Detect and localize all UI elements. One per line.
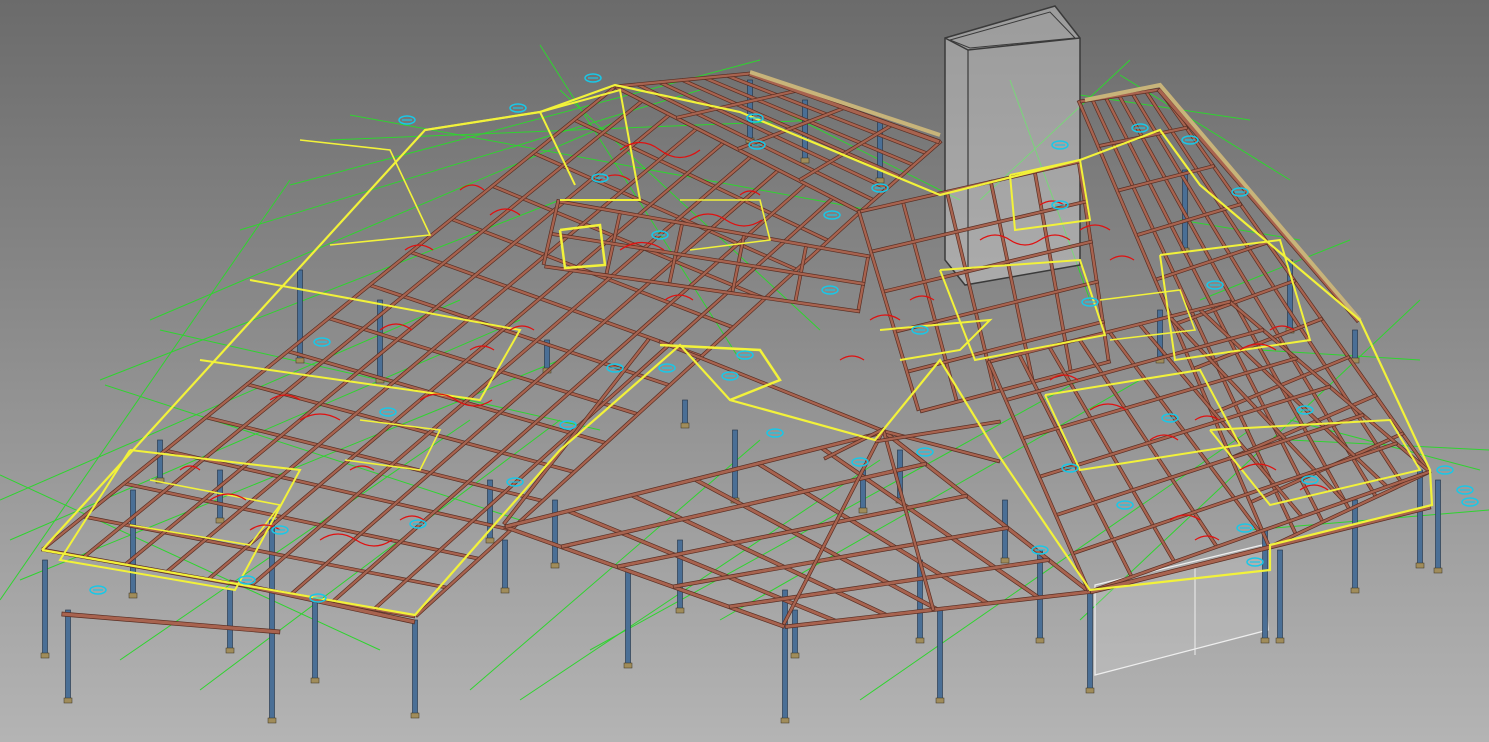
structural-model-view[interactable] bbox=[0, 0, 1489, 742]
steel-column bbox=[1087, 589, 1093, 691]
base-plate bbox=[410, 712, 420, 719]
steel-column bbox=[42, 559, 48, 656]
base-plate bbox=[800, 157, 810, 164]
base-plate bbox=[63, 697, 73, 704]
base-plate bbox=[295, 357, 305, 364]
steel-column bbox=[937, 609, 943, 701]
base-plate bbox=[215, 517, 225, 524]
steel-column bbox=[732, 429, 738, 501]
steel-column bbox=[227, 589, 233, 651]
steel-column bbox=[412, 619, 418, 716]
base-plate bbox=[790, 652, 800, 659]
steel-column bbox=[682, 399, 688, 426]
steel-column bbox=[677, 539, 683, 611]
base-plate bbox=[550, 562, 560, 569]
base-plate bbox=[267, 717, 277, 724]
base-plate bbox=[225, 647, 235, 654]
steel-column bbox=[1352, 499, 1358, 591]
base-plate bbox=[1275, 637, 1285, 644]
base-plate bbox=[915, 637, 925, 644]
steel-column bbox=[1352, 329, 1358, 361]
base-plate bbox=[1350, 587, 1360, 594]
base-plate bbox=[500, 587, 510, 594]
base-plate bbox=[935, 697, 945, 704]
base-plate bbox=[623, 662, 633, 669]
steel-column bbox=[297, 269, 303, 361]
steel-column bbox=[782, 589, 788, 721]
steel-column bbox=[792, 609, 798, 656]
base-plate bbox=[485, 537, 495, 544]
steel-column bbox=[502, 539, 508, 591]
steel-column bbox=[65, 609, 71, 701]
base-plate bbox=[1260, 637, 1270, 644]
base-plate bbox=[128, 592, 138, 599]
steel-column bbox=[1417, 469, 1423, 566]
steel-column bbox=[157, 439, 163, 481]
steel-column bbox=[1435, 479, 1441, 571]
steel-column bbox=[269, 519, 275, 721]
base-plate bbox=[1035, 637, 1045, 644]
base-plate bbox=[780, 717, 790, 724]
3d-model-viewport[interactable] bbox=[0, 0, 1489, 742]
base-plate bbox=[1085, 687, 1095, 694]
base-plate bbox=[858, 507, 868, 514]
base-plate bbox=[310, 677, 320, 684]
base-plate bbox=[1000, 557, 1010, 564]
base-plate bbox=[40, 652, 50, 659]
steel-column bbox=[312, 599, 318, 681]
base-plate bbox=[1433, 567, 1443, 574]
steel-column bbox=[552, 499, 558, 566]
steel-column bbox=[1277, 549, 1283, 641]
base-plate bbox=[680, 422, 690, 429]
base-plate bbox=[1415, 562, 1425, 569]
base-plate bbox=[675, 607, 685, 614]
steel-column bbox=[625, 569, 631, 666]
steel-column bbox=[130, 489, 136, 596]
